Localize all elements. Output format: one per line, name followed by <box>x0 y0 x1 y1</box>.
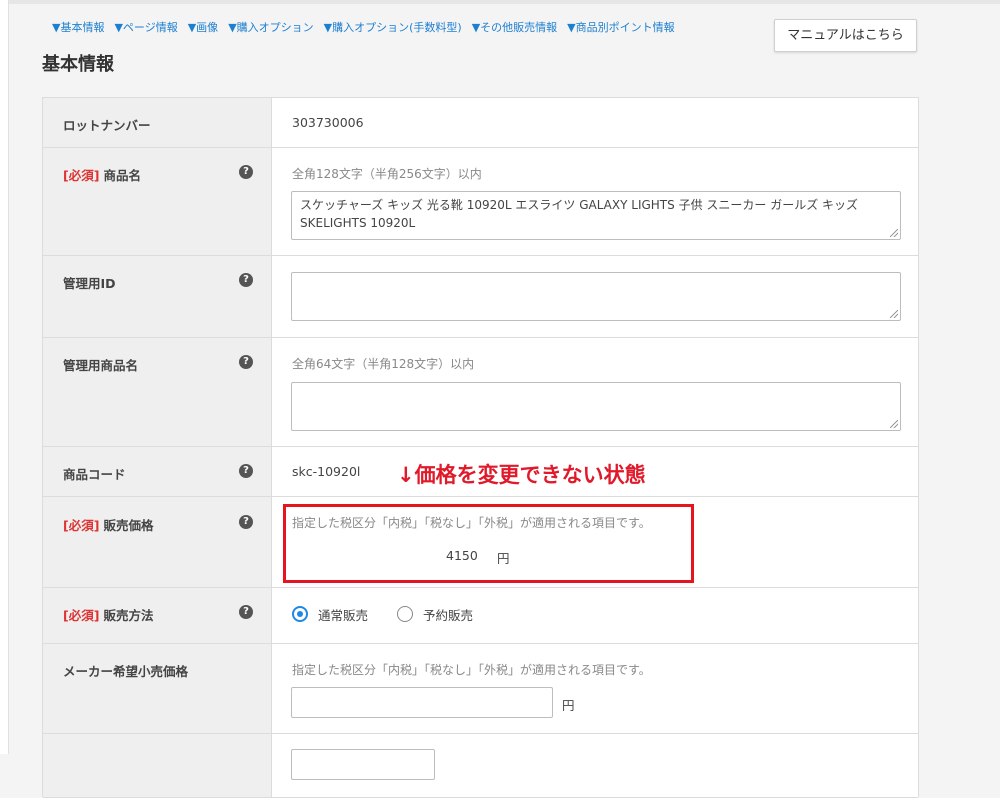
resize-handle-icon[interactable] <box>890 420 898 428</box>
help-icon[interactable]: ? <box>239 165 253 179</box>
row-label-cell: [必須] 販売方法 ? <box>43 588 272 643</box>
required-tag: [必須] <box>63 518 100 533</box>
product-name-input[interactable]: スケッチャーズ キッズ 光る靴 10920L エスライツ GALAXY LIGH… <box>291 191 901 240</box>
row-value-cell <box>272 734 918 797</box>
row-msrp: メーカー希望小売価格 指定した税区分「内税」「税なし」「外税」が適用される項目で… <box>43 644 918 734</box>
row-value-cell: 通常販売 予約販売 <box>272 588 918 643</box>
resize-handle-icon[interactable] <box>890 229 898 237</box>
row-label-cell: 商品コード ? <box>43 447 272 496</box>
radio-preorder-sale[interactable] <box>397 606 413 622</box>
row-label-cell: [必須] 商品名 ? <box>43 148 272 255</box>
sale-price-hint: 指定した税区分「内税」「税なし」「外税」が適用される項目です。 <box>292 516 651 530</box>
admin-id-label: 管理用ID <box>63 276 116 291</box>
row-value-cell <box>272 256 918 337</box>
annotation-price-locked: ↓価格を変更できない状態 <box>397 463 646 487</box>
section-title: 基本情報 <box>42 54 114 75</box>
msrp-unit: 円 <box>562 698 575 713</box>
lot-number-value: 303730006 <box>292 115 364 130</box>
left-sidebar-edge <box>0 0 9 754</box>
admin-id-input[interactable] <box>291 272 901 321</box>
row-label-cell: 管理用商品名 ? <box>43 338 272 446</box>
help-icon[interactable]: ? <box>239 464 253 478</box>
row-sale-method: [必須] 販売方法 ? 通常販売 予約販売 <box>43 588 918 644</box>
row-value-cell: 全角64文字（半角128文字）以内 <box>272 338 918 446</box>
section-nav: ▼基本情報 ▼ページ情報 ▼画像 ▼購入オプション ▼購入オプション(手数料型)… <box>52 19 675 35</box>
basic-info-form: ロットナンバー 303730006 [必須] 商品名 ? 全角128文字（半角25… <box>42 97 919 798</box>
nav-link-images[interactable]: ▼画像 <box>188 19 218 35</box>
sale-price-value: 4150 <box>446 548 478 563</box>
row-label-cell: 管理用ID ? <box>43 256 272 337</box>
help-icon[interactable]: ? <box>239 515 253 529</box>
radio-normal-sale-label[interactable]: 通常販売 <box>318 605 368 624</box>
admin-product-name-hint: 全角64文字（半角128文字）以内 <box>292 357 475 371</box>
product-name-label-wrap: [必須] 商品名 <box>63 165 141 184</box>
admin-product-name-input[interactable] <box>291 382 901 431</box>
sale-price-label-wrap: [必須] 販売価格 <box>63 515 153 534</box>
resize-handle-icon[interactable] <box>890 310 898 318</box>
row-next-cut-off <box>43 734 918 798</box>
row-value-cell: 303730006 <box>272 98 918 147</box>
nav-link-purchase-options-fee[interactable]: ▼購入オプション(手数料型) <box>324 19 462 35</box>
row-value-cell: 全角128文字（半角256文字）以内 スケッチャーズ キッズ 光る靴 10920… <box>272 148 918 255</box>
sale-price-label: 販売価格 <box>103 518 154 533</box>
msrp-hint: 指定した税区分「内税」「税なし」「外税」が適用される項目です。 <box>292 663 651 677</box>
row-admin-product-name: 管理用商品名 ? 全角64文字（半角128文字）以内 <box>43 338 918 447</box>
row-label-cell: ロットナンバー <box>43 98 272 147</box>
msrp-input[interactable] <box>291 687 553 718</box>
row-value-cell: 指定した税区分「内税」「税なし」「外税」が適用される項目です。 円 <box>272 644 918 733</box>
product-name-hint: 全角128文字（半角256文字）以内 <box>292 167 482 181</box>
required-tag: [必須] <box>63 608 100 623</box>
help-icon[interactable]: ? <box>239 355 253 369</box>
nav-link-purchase-options[interactable]: ▼購入オプション <box>228 19 313 35</box>
nav-link-other-sales-info[interactable]: ▼その他販売情報 <box>472 19 557 35</box>
product-name-input-text: スケッチャーズ キッズ 光る靴 10920L エスライツ GALAXY LIGH… <box>300 198 859 230</box>
radio-preorder-sale-label[interactable]: 予約販売 <box>423 605 473 624</box>
sale-method-label-wrap: [必須] 販売方法 <box>63 605 153 624</box>
row-label-cell: [必須] 販売価格 ? <box>43 497 272 587</box>
row-sale-price: [必須] 販売価格 ? 指定した税区分「内税」「税なし」「外税」が適用される項目で… <box>43 497 918 588</box>
product-name-label: 商品名 <box>103 168 141 183</box>
sale-method-label: 販売方法 <box>103 608 154 623</box>
msrp-label: メーカー希望小売価格 <box>63 664 189 679</box>
help-icon[interactable]: ? <box>239 605 253 619</box>
radio-normal-sale[interactable] <box>292 606 308 622</box>
row-admin-id: 管理用ID ? <box>43 256 918 338</box>
row-lot-number: ロットナンバー 303730006 <box>43 98 918 148</box>
sale-price-unit: 円 <box>497 551 510 566</box>
top-border <box>0 0 1000 4</box>
nav-link-product-points[interactable]: ▼商品別ポイント情報 <box>567 19 674 35</box>
product-code-label: 商品コード <box>63 467 126 482</box>
nav-link-page-info[interactable]: ▼ページ情報 <box>114 19 177 35</box>
row-product-name: [必須] 商品名 ? 全角128文字（半角256文字）以内 スケッチャーズ キッズ… <box>43 148 918 256</box>
nav-link-basic-info[interactable]: ▼基本情報 <box>52 19 104 35</box>
lot-number-label: ロットナンバー <box>63 118 151 133</box>
row-label-cell <box>43 734 272 797</box>
required-tag: [必須] <box>63 168 100 183</box>
product-code-value: skc-10920l <box>292 464 361 479</box>
admin-product-name-label: 管理用商品名 <box>63 358 139 373</box>
row-label-cell: メーカー希望小売価格 <box>43 644 272 733</box>
row-value-cell: 指定した税区分「内税」「税なし」「外税」が適用される項目です。 4150 円 <box>272 497 918 587</box>
help-icon[interactable]: ? <box>239 273 253 287</box>
manual-button[interactable]: マニュアルはこちら <box>774 19 917 52</box>
